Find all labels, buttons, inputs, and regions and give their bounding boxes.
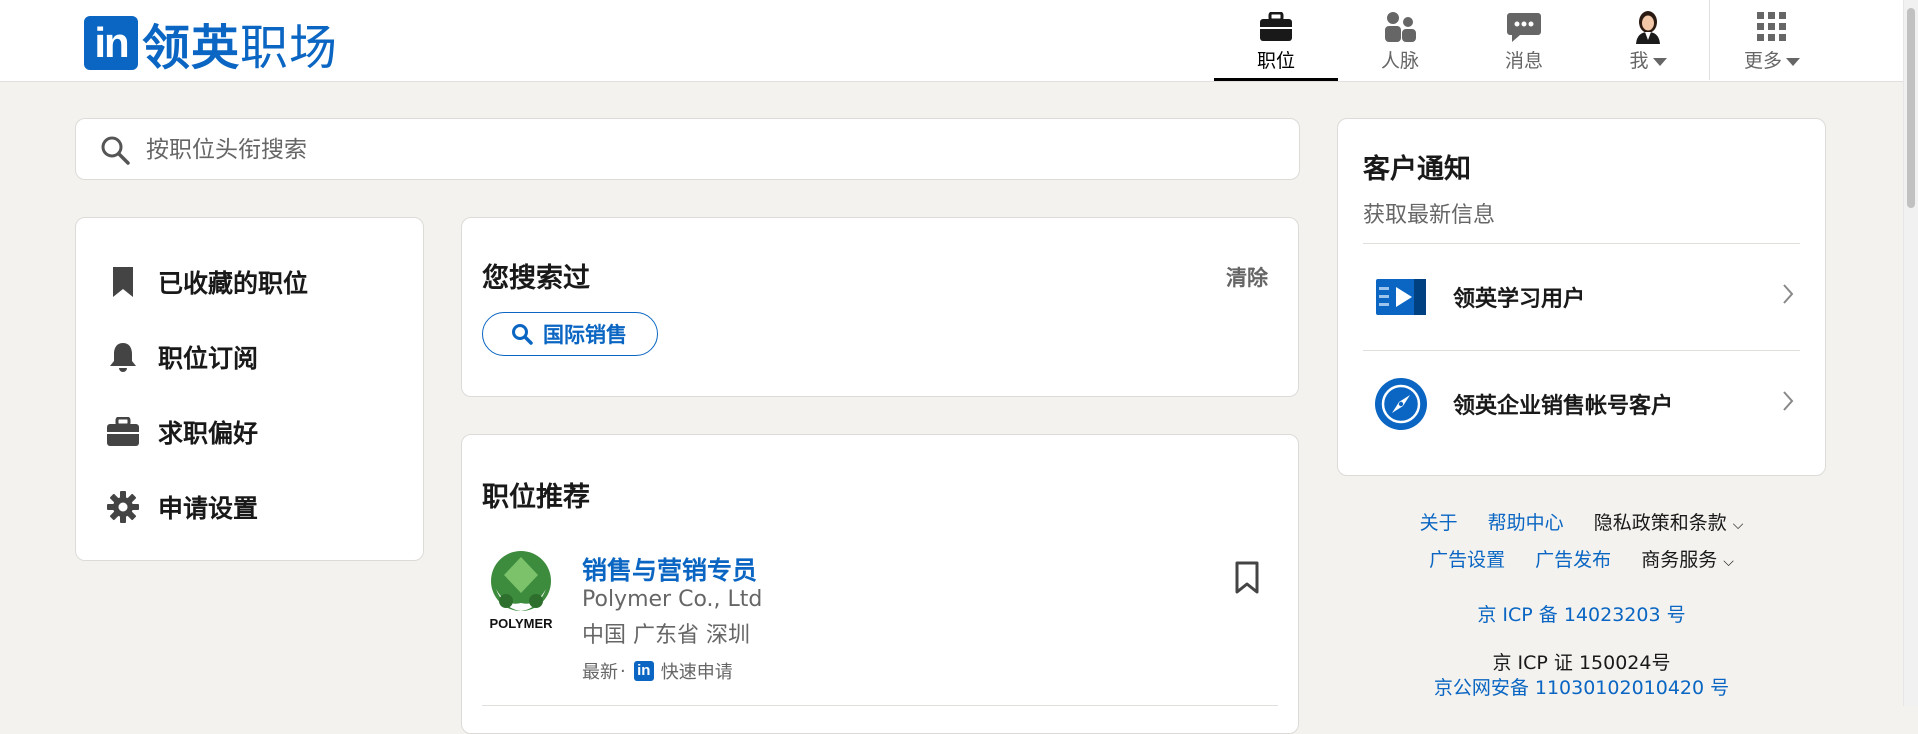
grid-icon <box>1757 10 1787 44</box>
job-location: 中国 广东省 深圳 <box>582 623 750 648</box>
footer-icp-2: 京 ICP 证 150024号 <box>1337 648 1826 675</box>
dropdown-label: 隐私政策和条款 <box>1593 512 1727 534</box>
page-scrollbar[interactable] <box>1903 0 1918 706</box>
footer-icp-3: 京公网安备 11030102010420 号 <box>1337 673 1826 700</box>
bell-icon <box>104 341 142 373</box>
nav-label: 人脉 <box>1380 50 1419 72</box>
logo-mark: in <box>84 16 138 70</box>
nav-messaging[interactable]: 消息 <box>1462 0 1586 80</box>
bookmark-outline-icon <box>1235 561 1259 594</box>
chevron-down-icon <box>1786 57 1800 66</box>
menu-label: 职位订阅 <box>158 344 259 373</box>
chevron-right-icon <box>1782 389 1794 419</box>
logo-text-bold: 领英 <box>142 20 241 76</box>
scrollbar-thumb[interactable] <box>1907 8 1915 208</box>
menu-label: 已收藏的职位 <box>158 269 309 298</box>
top-navigation-bar: in 领英职场 职位 人脉 消息 我 更多 <box>0 0 1904 82</box>
recent-searches-card: 您搜索过 清除 国际销售 <box>461 217 1299 397</box>
jobs-side-menu: 已收藏的职位 职位订阅 求职偏好 申请设置 <box>75 217 424 561</box>
search-icon <box>100 135 130 169</box>
people-icon <box>1383 10 1417 44</box>
compass-icon <box>1373 378 1429 430</box>
briefcase-icon <box>104 417 142 447</box>
menu-job-alerts[interactable]: 职位订阅 <box>104 335 258 379</box>
recent-search-chip[interactable]: 国际销售 <box>482 312 658 356</box>
briefcase-icon <box>1259 10 1293 44</box>
recommended-jobs-title: 职位推荐 <box>482 482 590 513</box>
chevron-right-icon <box>1782 282 1794 312</box>
search-icon <box>512 324 533 345</box>
menu-application-settings[interactable]: 申请设置 <box>104 485 258 529</box>
chevron-down-icon: ⌵ <box>1732 517 1744 533</box>
footer-row-1: 关于 帮助中心 隐私政策和条款 ⌵ <box>1337 508 1826 535</box>
recommended-jobs-card: 职位推荐 POLYMER 销售与营销专员 Polymer Co., Ltd 中国… <box>461 434 1299 734</box>
recent-searches-title: 您搜索过 <box>482 263 590 294</box>
footer-business-dropdown[interactable]: 商务服务 ⌵ <box>1641 549 1734 571</box>
notice-sales-navigator[interactable]: 领英企业销售帐号客户 <box>1363 351 1800 457</box>
clear-button[interactable]: 清除 <box>1226 262 1268 292</box>
public-security-link[interactable]: 京公网安备 11030102010420 号 <box>1434 677 1729 699</box>
company-logo[interactable]: POLYMER <box>484 551 558 631</box>
menu-job-preferences[interactable]: 求职偏好 <box>104 410 258 454</box>
chip-label: 国际销售 <box>543 323 627 347</box>
menu-saved-jobs[interactable]: 已收藏的职位 <box>104 260 308 304</box>
bookmark-icon <box>104 266 142 298</box>
nav-jobs[interactable]: 职位 <box>1214 0 1338 81</box>
icp-certificate: 京 ICP 证 150024号 <box>1492 652 1671 674</box>
job-meta: 最新 · in 快速申请 <box>582 658 733 684</box>
linkedin-icon: in <box>633 661 654 681</box>
notice-learning-users[interactable]: 领英学习用户 <box>1363 244 1800 350</box>
play-icon <box>1373 277 1429 317</box>
menu-label: 求职偏好 <box>158 419 259 448</box>
footer-privacy-dropdown[interactable]: 隐私政策和条款 ⌵ <box>1594 512 1744 534</box>
gear-icon <box>104 491 142 523</box>
notice-label: 领英学习用户 <box>1453 287 1586 312</box>
menu-label: 申请设置 <box>158 494 259 523</box>
dropdown-label: 商务服务 <box>1641 549 1718 571</box>
nav-more[interactable]: 更多 <box>1710 0 1834 80</box>
job-title-link[interactable]: 销售与营销专员 <box>582 551 757 587</box>
job-search-box <box>75 118 1300 180</box>
notice-label: 领英企业销售帐号客户 <box>1453 394 1674 419</box>
icp-license-link[interactable]: 京 ICP 备 14023203 号 <box>1477 604 1685 626</box>
company-logo-text: POLYMER <box>489 616 553 631</box>
nav-label: 职位 <box>1256 50 1295 72</box>
new-tag: 最新 <box>582 662 618 683</box>
nav-network[interactable]: 人脉 <box>1338 0 1462 80</box>
footer-ad-publish-link[interactable]: 广告发布 <box>1535 549 1611 571</box>
footer-row-2: 广告设置 广告发布 商务服务 ⌵ <box>1337 545 1826 572</box>
easy-apply-label: 快速申请 <box>660 662 733 683</box>
notices-title: 客户通知 <box>1363 154 1471 185</box>
logo-text-thin: 职场 <box>240 20 339 76</box>
nav-label: 我 <box>1629 50 1649 72</box>
chat-bubble-icon <box>1506 10 1542 44</box>
notices-subtitle: 获取最新信息 <box>1363 203 1496 228</box>
separator-dot: · <box>620 660 626 682</box>
footer-help-link[interactable]: 帮助中心 <box>1488 512 1564 534</box>
customer-notices-card: 客户通知 获取最新信息 领英学习用户 领英企业销售帐号客户 <box>1337 118 1826 476</box>
save-job-button[interactable] <box>1234 561 1260 599</box>
search-input[interactable] <box>144 131 1278 169</box>
chevron-down-icon <box>1652 57 1667 66</box>
linkedin-logo[interactable]: in 领英职场 <box>84 8 338 78</box>
chevron-down-icon: ⌵ <box>1723 554 1734 570</box>
nav-me-label: 我 <box>1629 46 1667 73</box>
footer-about-link[interactable]: 关于 <box>1420 512 1458 534</box>
nav-more-label: 更多 <box>1744 46 1800 73</box>
footer-icp-1: 京 ICP 备 14023203 号 <box>1337 600 1826 627</box>
job-company: Polymer Co., Ltd <box>582 587 763 612</box>
footer-ad-settings-link[interactable]: 广告设置 <box>1429 549 1505 571</box>
nav-me[interactable]: 我 <box>1586 0 1710 80</box>
avatar <box>1633 10 1663 44</box>
nav-label: 消息 <box>1504 50 1543 72</box>
nav-label: 更多 <box>1743 50 1782 72</box>
logo-text: 领英职场 <box>142 8 338 78</box>
